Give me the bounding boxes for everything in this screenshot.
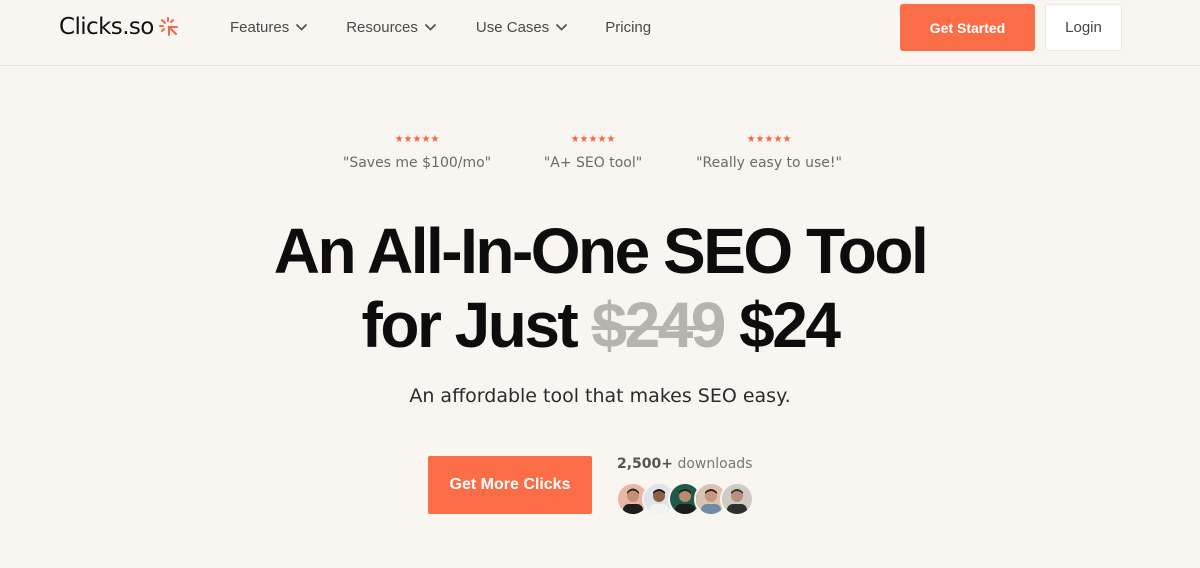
- avatar: [720, 482, 754, 516]
- testimonial-item: ★ ★ ★ ★ ★ "Saves me $100/mo": [317, 134, 517, 172]
- logo-text: Clicks.so: [59, 14, 154, 40]
- nav-item-label: Resources: [346, 19, 418, 36]
- user-avatars: [616, 482, 756, 516]
- star-icon: ★: [421, 134, 431, 145]
- star-icon: ★: [773, 134, 783, 145]
- star-icon: ★: [403, 134, 413, 145]
- testimonial-quote: "Saves me $100/mo": [342, 155, 492, 171]
- downloads-label: downloads: [677, 456, 753, 472]
- hero-headline: An All-In-One SEO Tool for Just $249 $24: [0, 214, 1200, 362]
- nav-item-label: Features: [230, 19, 290, 36]
- old-price: $249: [591, 289, 727, 361]
- star-icon: ★: [746, 134, 756, 145]
- testimonial-quote: "A+ SEO tool": [543, 155, 643, 171]
- headline-prefix: for Just: [361, 289, 579, 361]
- nav-item-label: Pricing: [605, 19, 652, 36]
- testimonial-item: ★ ★ ★ ★ ★ "Really easy to use!": [669, 134, 869, 172]
- nav-item-pricing[interactable]: Pricing: [605, 19, 651, 36]
- get-more-clicks-button[interactable]: Get More Clicks: [428, 456, 592, 514]
- star-icon: ★: [579, 134, 589, 145]
- headline-line-1: An All-In-One SEO Tool: [273, 215, 929, 287]
- star-icon: ★: [412, 134, 422, 145]
- star-icon: ★: [588, 134, 598, 145]
- login-button[interactable]: Login: [1045, 4, 1122, 51]
- nav-item-features[interactable]: Features: [230, 19, 308, 36]
- star-icon: ★: [430, 134, 440, 145]
- downloads-count: 2,500+ downloads: [617, 456, 752, 472]
- star-rating: ★ ★ ★ ★ ★: [747, 134, 792, 146]
- new-price: $24: [739, 289, 841, 361]
- star-icon: ★: [597, 134, 607, 145]
- main-menu: Features Resources Use Cases Pricing: [230, 19, 651, 36]
- cursor-spark-icon: [158, 17, 178, 36]
- testimonial-item: ★ ★ ★ ★ ★ "A+ SEO tool": [493, 134, 693, 172]
- hero-subheadline: An affordable tool that makes SEO easy.: [409, 385, 791, 407]
- nav-item-use-cases[interactable]: Use Cases: [475, 19, 568, 36]
- testimonial-quote: "Really easy to use!": [696, 155, 842, 171]
- star-rating: ★ ★ ★ ★ ★: [395, 134, 440, 146]
- downloads-number: 2,500+: [617, 456, 674, 472]
- star-rating: ★ ★ ★ ★ ★: [571, 134, 616, 146]
- nav-item-resources[interactable]: Resources: [346, 19, 436, 36]
- star-icon: ★: [570, 134, 580, 145]
- star-icon: ★: [782, 134, 792, 145]
- logo[interactable]: Clicks.so: [59, 14, 179, 40]
- nav-item-label: Use Cases: [475, 19, 550, 36]
- star-icon: ★: [764, 134, 774, 145]
- star-icon: ★: [394, 134, 404, 145]
- chevron-down-icon: [296, 24, 308, 31]
- get-started-button[interactable]: Get Started: [900, 4, 1035, 51]
- chevron-down-icon: [556, 24, 568, 31]
- star-icon: ★: [606, 134, 616, 145]
- chevron-down-icon: [425, 24, 436, 31]
- star-icon: ★: [755, 134, 765, 145]
- top-navbar: Clicks.so Features Resources Use Cases P…: [0, 0, 1200, 66]
